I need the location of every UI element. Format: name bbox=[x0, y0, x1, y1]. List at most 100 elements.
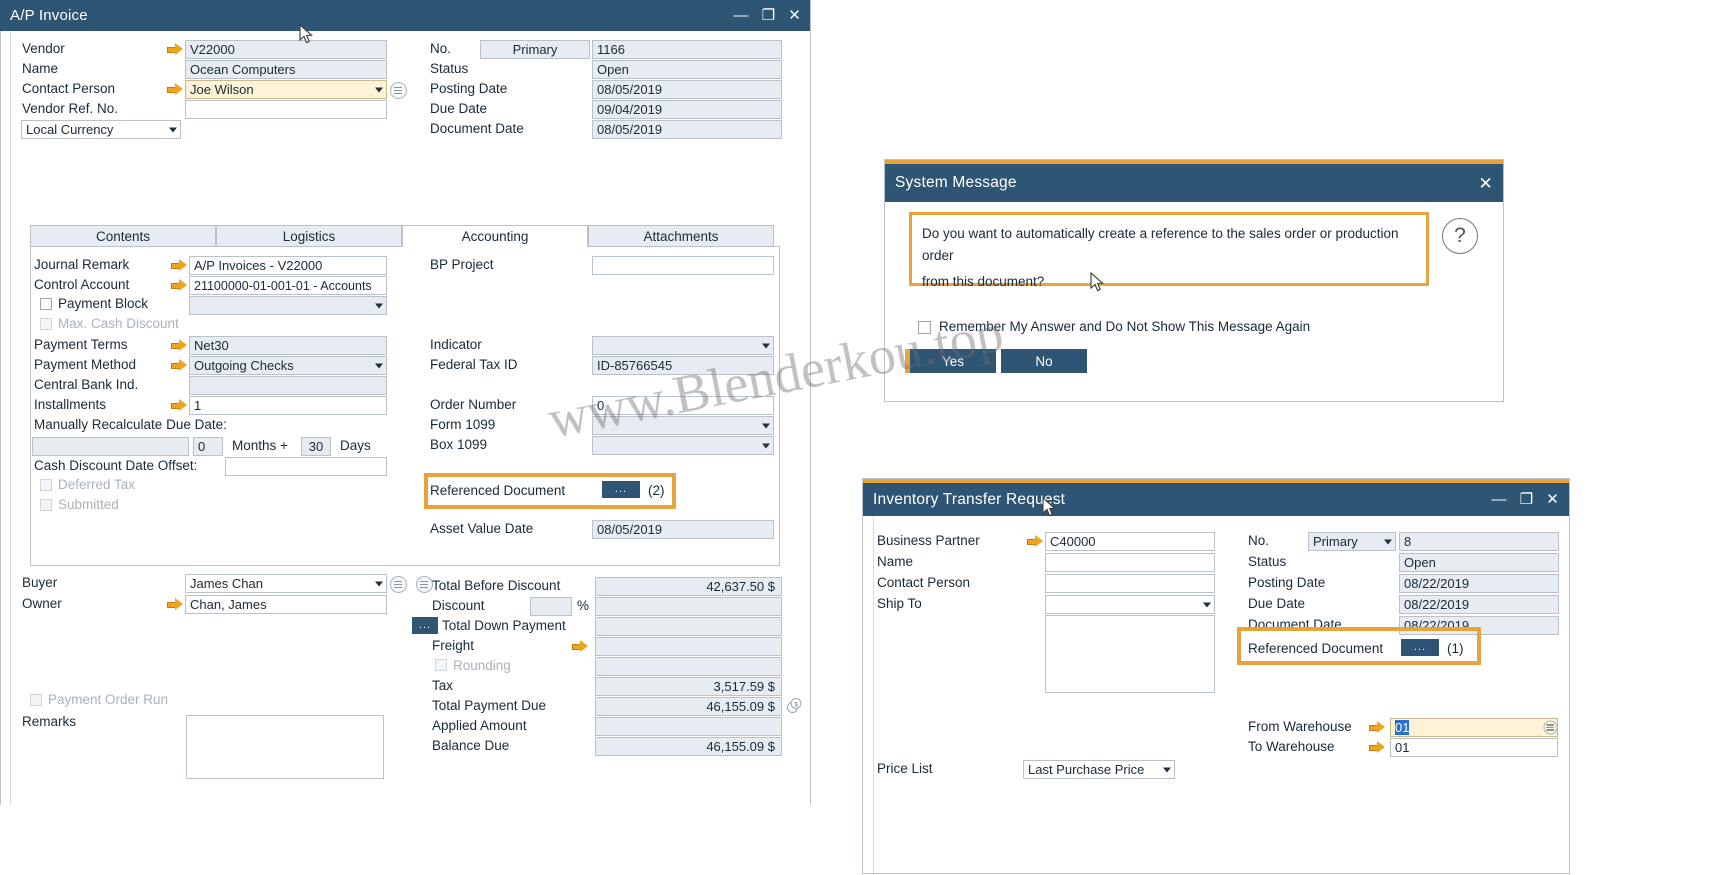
totals-menu-icon[interactable] bbox=[416, 576, 433, 593]
contact-person-menu-icon[interactable] bbox=[390, 82, 407, 99]
buyer-select[interactable]: James Chan bbox=[185, 574, 387, 593]
recalculate-months-input[interactable]: 0 bbox=[193, 437, 223, 456]
itr-no-input[interactable]: 8 bbox=[1399, 532, 1559, 551]
payment-block-checkbox[interactable] bbox=[40, 298, 52, 310]
close-icon[interactable]: ✕ bbox=[1546, 492, 1559, 507]
chevron-down-icon[interactable] bbox=[762, 443, 770, 448]
buyer-menu-icon[interactable] bbox=[390, 576, 407, 593]
installments-link-arrow-icon[interactable] bbox=[171, 399, 188, 412]
itr-title: Inventory Transfer Request bbox=[873, 490, 1066, 508]
total-down-payment-browse-button[interactable]: ... bbox=[412, 617, 438, 634]
ship-to-address-textarea[interactable] bbox=[1045, 615, 1215, 693]
tab-attachments[interactable]: Attachments bbox=[588, 225, 774, 247]
control-account-input[interactable]: 21100000-01-001-01 - Accounts bbox=[189, 276, 387, 295]
installments-input[interactable]: 1 bbox=[189, 396, 387, 415]
journal-remark-input[interactable]: A/P Invoices - V22000 bbox=[189, 256, 387, 275]
chevron-down-icon[interactable] bbox=[762, 343, 770, 348]
business-partner-link-arrow-icon[interactable] bbox=[1027, 535, 1044, 548]
recalculate-days-input[interactable]: 30 bbox=[301, 437, 331, 456]
chevron-down-icon[interactable] bbox=[1203, 602, 1211, 607]
itr-contact-person-input[interactable] bbox=[1045, 574, 1215, 593]
form-1099-select[interactable] bbox=[592, 416, 774, 435]
close-icon[interactable]: ✕ bbox=[788, 8, 801, 23]
bp-project-input[interactable] bbox=[592, 256, 774, 275]
chevron-down-icon[interactable] bbox=[169, 127, 177, 132]
tab-contents[interactable]: Contents bbox=[30, 225, 216, 247]
discount-percent-input[interactable] bbox=[530, 597, 572, 616]
itr-divider-vertical bbox=[873, 516, 874, 875]
itr-no-series-select[interactable]: Primary bbox=[1308, 532, 1396, 551]
no-series-select[interactable]: Primary bbox=[480, 40, 590, 59]
itr-posting-date-input[interactable]: 08/22/2019 bbox=[1399, 574, 1559, 593]
from-warehouse-link-arrow-icon[interactable] bbox=[1369, 721, 1386, 734]
chevron-down-icon[interactable] bbox=[375, 581, 383, 586]
order-number-input[interactable]: 0 bbox=[592, 396, 774, 415]
to-warehouse-link-arrow-icon[interactable] bbox=[1369, 741, 1386, 754]
indicator-select[interactable] bbox=[592, 336, 774, 355]
journal-remark-link-arrow-icon[interactable] bbox=[171, 259, 188, 272]
chevron-down-icon[interactable] bbox=[375, 303, 383, 308]
chevron-down-icon[interactable] bbox=[375, 87, 383, 92]
to-warehouse-input[interactable]: 01 bbox=[1390, 738, 1558, 757]
no-button[interactable]: No bbox=[1001, 349, 1087, 373]
name-input[interactable]: Ocean Computers bbox=[185, 60, 387, 79]
box-1099-select[interactable] bbox=[592, 436, 774, 455]
asset-value-date-input[interactable]: 08/05/2019 bbox=[592, 520, 774, 539]
central-bank-ind-input[interactable] bbox=[189, 376, 387, 395]
minimize-icon[interactable]: — bbox=[733, 8, 748, 23]
chevron-down-icon[interactable] bbox=[1384, 539, 1392, 544]
maximize-icon[interactable]: ❐ bbox=[1520, 492, 1534, 507]
vendor-link-arrow-icon[interactable] bbox=[167, 43, 184, 56]
business-partner-input[interactable]: C40000 bbox=[1045, 532, 1215, 551]
contact-person-link-arrow-icon[interactable] bbox=[167, 83, 184, 96]
control-account-label: Control Account bbox=[34, 277, 130, 292]
price-list-select[interactable]: Last Purchase Price bbox=[1023, 760, 1175, 779]
no-input[interactable]: 1166 bbox=[592, 40, 782, 59]
price-list-label: Price List bbox=[877, 761, 933, 776]
ap-left-edge bbox=[0, 31, 1, 805]
owner-link-arrow-icon[interactable] bbox=[167, 598, 184, 611]
from-warehouse-input[interactable]: 01 bbox=[1390, 718, 1558, 737]
maximize-icon[interactable]: ❐ bbox=[762, 8, 776, 23]
vendor-ref-no-input[interactable] bbox=[185, 100, 387, 119]
owner-input[interactable]: Chan, James bbox=[185, 595, 387, 614]
ship-to-select[interactable] bbox=[1045, 595, 1215, 614]
minimize-icon[interactable]: — bbox=[1491, 492, 1506, 507]
recalculate-base-input[interactable] bbox=[32, 437, 189, 456]
from-warehouse-menu-icon[interactable] bbox=[1543, 720, 1558, 735]
currency-coins-icon[interactable]: $ bbox=[786, 697, 803, 714]
bp-project-label: BP Project bbox=[430, 257, 494, 272]
posting-date-input[interactable]: 08/05/2019 bbox=[592, 80, 782, 99]
remarks-textarea[interactable] bbox=[186, 715, 384, 779]
itr-name-input[interactable] bbox=[1045, 553, 1215, 572]
close-icon[interactable]: ✕ bbox=[1479, 175, 1493, 192]
rounding-label: Rounding bbox=[453, 658, 511, 673]
help-question-icon[interactable]: ? bbox=[1442, 218, 1478, 254]
document-date-input[interactable]: 08/05/2019 bbox=[592, 120, 782, 139]
vendor-input[interactable]: V22000 bbox=[185, 40, 387, 59]
federal-tax-id-input[interactable]: ID-85766545 bbox=[592, 356, 774, 375]
chevron-down-icon[interactable] bbox=[375, 363, 383, 368]
payment-method-select[interactable]: Outgoing Checks bbox=[189, 356, 387, 375]
tab-logistics[interactable]: Logistics bbox=[216, 225, 402, 247]
ap-right-edge bbox=[810, 0, 811, 805]
submitted-checkbox bbox=[40, 499, 52, 511]
payment-method-link-arrow-icon[interactable] bbox=[171, 359, 188, 372]
contact-person-select[interactable]: Joe Wilson bbox=[185, 80, 387, 99]
chevron-down-icon[interactable] bbox=[1163, 767, 1171, 772]
payment-terms-input[interactable]: Net30 bbox=[189, 336, 387, 355]
cash-discount-date-offset-input[interactable] bbox=[225, 457, 387, 476]
payment-terms-link-arrow-icon[interactable] bbox=[171, 339, 188, 352]
itr-contact-person-label: Contact Person bbox=[877, 575, 971, 590]
due-date-input[interactable]: 09/04/2019 bbox=[592, 100, 782, 119]
freight-link-arrow-icon[interactable] bbox=[572, 640, 589, 653]
control-account-link-arrow-icon[interactable] bbox=[171, 279, 188, 292]
yes-button[interactable]: Yes bbox=[910, 349, 996, 373]
freight-value[interactable] bbox=[595, 637, 782, 656]
payment-block-select[interactable] bbox=[189, 296, 387, 315]
remember-answer-checkbox[interactable] bbox=[918, 321, 931, 334]
chevron-down-icon[interactable] bbox=[762, 423, 770, 428]
itr-due-date-input[interactable]: 08/22/2019 bbox=[1399, 595, 1559, 614]
currency-select[interactable]: Local Currency bbox=[21, 120, 181, 139]
tab-accounting[interactable]: Accounting bbox=[402, 225, 588, 247]
